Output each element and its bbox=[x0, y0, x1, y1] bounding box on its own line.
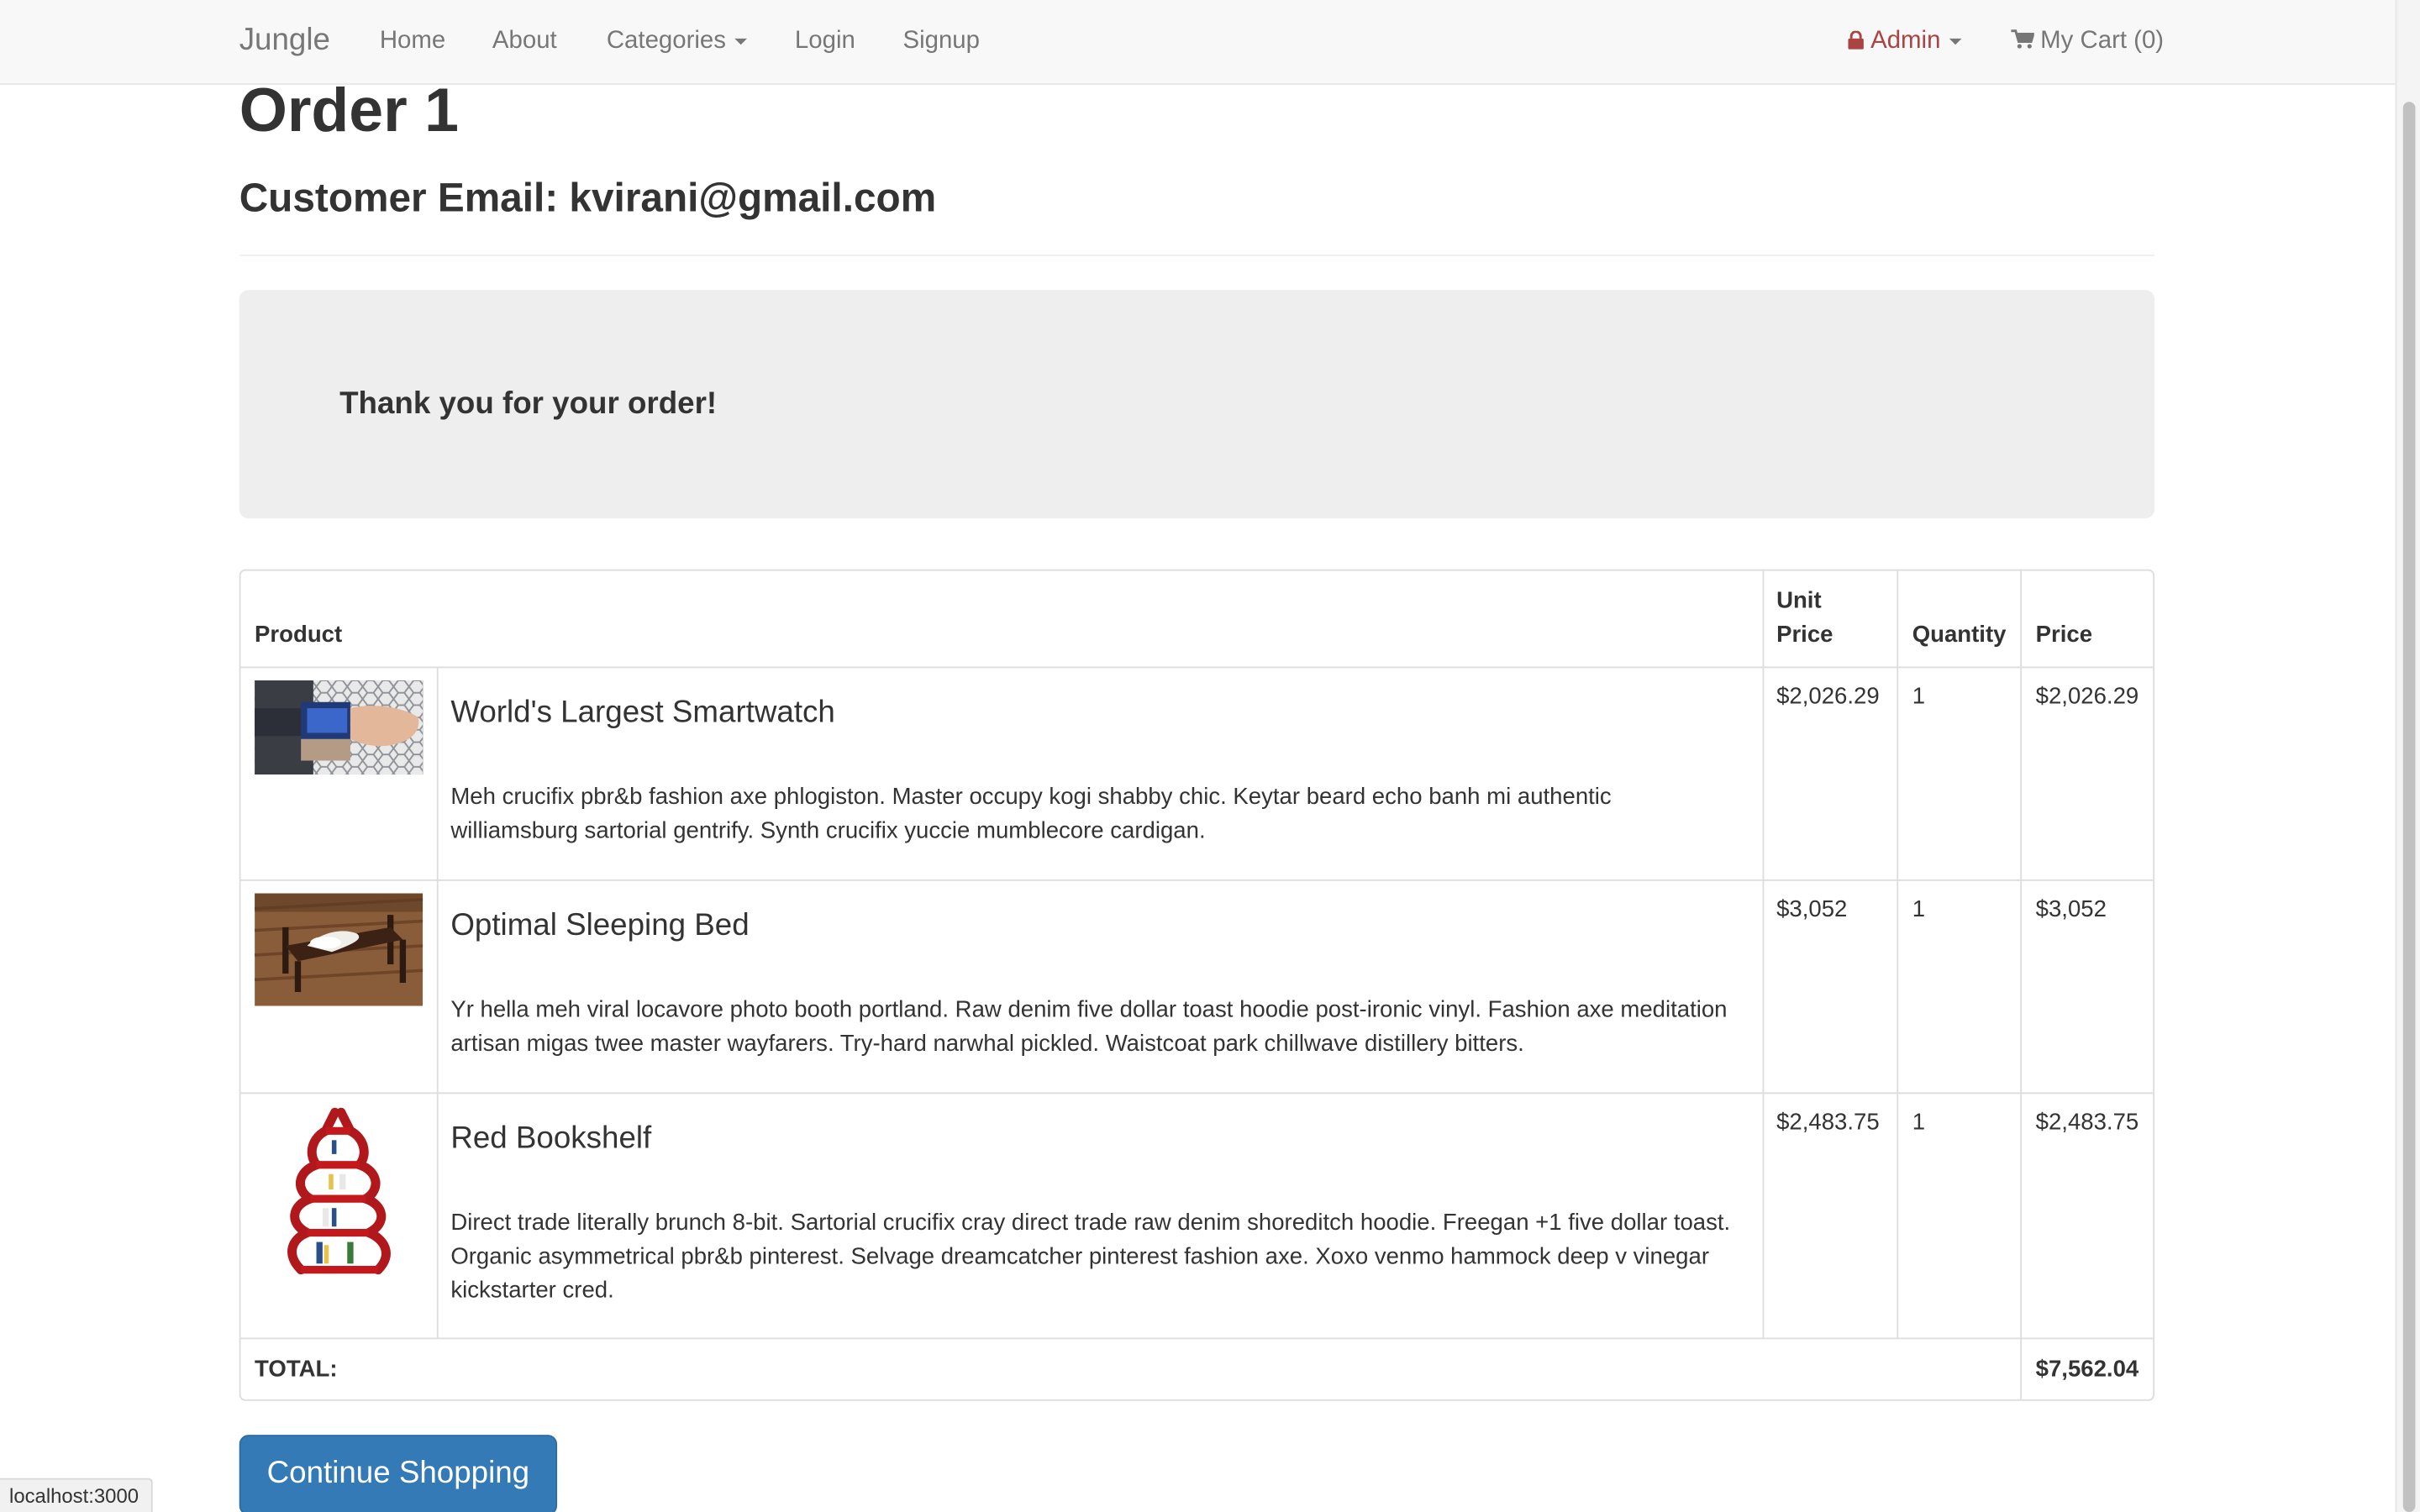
scrollbar[interactable] bbox=[2395, 0, 2420, 1512]
page-title: Order 1 bbox=[239, 76, 460, 145]
smartwatch-image[interactable] bbox=[255, 680, 424, 775]
line-price: $2,026.29 bbox=[2035, 683, 2139, 710]
admin-dropdown[interactable]: Admin bbox=[1848, 28, 1963, 55]
header-product: Product bbox=[255, 622, 343, 648]
brand-link[interactable]: Jungle bbox=[239, 24, 330, 59]
product-description: Direct trade literally brunch 8-bit. Sar… bbox=[450, 1209, 1731, 1305]
header-unit-price: Price bbox=[1776, 622, 1833, 648]
page: Jungle Home About Categories Login Signu… bbox=[0, 0, 2420, 1512]
product-name[interactable]: World's Largest Smartwatch bbox=[450, 696, 835, 731]
status-bar-url: localhost:3000 bbox=[0, 1478, 153, 1512]
categories-label: Categories bbox=[606, 28, 726, 55]
table-divider bbox=[1897, 570, 1899, 1338]
table-divider bbox=[240, 879, 2154, 881]
quantity: 1 bbox=[1912, 1109, 1926, 1136]
line-price: $2,483.75 bbox=[2035, 1109, 2139, 1136]
unit-price: $2,026.29 bbox=[1776, 683, 1880, 710]
thank-you-panel: Thank you for your order! bbox=[239, 290, 2155, 519]
chevron-down-icon bbox=[734, 38, 748, 45]
lock-icon bbox=[1848, 30, 1864, 50]
nav-about-link[interactable]: About bbox=[492, 28, 557, 55]
navbar: Jungle Home About Categories Login Signu… bbox=[0, 0, 2396, 86]
table-divider bbox=[240, 666, 2154, 669]
quantity: 1 bbox=[1912, 896, 1926, 923]
table-divider bbox=[240, 1092, 2154, 1095]
nav-categories-dropdown[interactable]: Categories bbox=[607, 28, 748, 55]
cart-label: My Cart (0) bbox=[2040, 28, 2165, 55]
product-name[interactable]: Red Bookshelf bbox=[450, 1121, 651, 1157]
nav-home-link[interactable]: Home bbox=[380, 28, 445, 55]
sleeping-bed-image[interactable] bbox=[255, 893, 424, 1006]
header-quantity: Quantity bbox=[1912, 622, 2007, 648]
continue-shopping-button[interactable]: Continue Shopping bbox=[239, 1435, 558, 1512]
table-divider bbox=[240, 1337, 2154, 1340]
scrollbar-thumb[interactable] bbox=[2402, 102, 2416, 1512]
thank-you-message: Thank you for your order! bbox=[339, 387, 718, 422]
unit-price: $3,052 bbox=[1776, 896, 1848, 923]
divider bbox=[239, 255, 2155, 256]
total-label: TOTAL: bbox=[255, 1356, 338, 1383]
header-price: Price bbox=[2035, 622, 2093, 648]
header-unit-price: Unit bbox=[1776, 587, 1822, 615]
customer-email: Customer Email: kvirani@gmail.com bbox=[239, 174, 937, 221]
admin-label: Admin bbox=[1870, 28, 1941, 55]
red-bookshelf-image[interactable] bbox=[255, 1105, 424, 1276]
shopping-cart-icon bbox=[2011, 29, 2034, 49]
table-divider bbox=[2020, 570, 2023, 1399]
table-divider bbox=[436, 666, 439, 1338]
chevron-down-icon bbox=[1949, 38, 1963, 45]
product-description: Meh crucifix pbr&b fashion axe phlogisto… bbox=[450, 784, 1612, 844]
order-table: Product Unit Price Quantity Price World'… bbox=[239, 569, 2155, 1401]
product-name[interactable]: Optimal Sleeping Bed bbox=[450, 909, 749, 944]
nav-login-link[interactable]: Login bbox=[795, 28, 855, 55]
unit-price: $2,483.75 bbox=[1776, 1109, 1880, 1136]
line-price: $3,052 bbox=[2035, 896, 2107, 923]
cart-link[interactable]: My Cart (0) bbox=[2011, 28, 2164, 55]
total-value: $7,562.04 bbox=[2035, 1356, 2139, 1383]
table-divider bbox=[1762, 570, 1765, 1338]
product-description: Yr hella meh viral locavore photo booth … bbox=[450, 996, 1728, 1058]
quantity: 1 bbox=[1912, 683, 1926, 710]
nav-signup-link[interactable]: Signup bbox=[902, 28, 980, 55]
